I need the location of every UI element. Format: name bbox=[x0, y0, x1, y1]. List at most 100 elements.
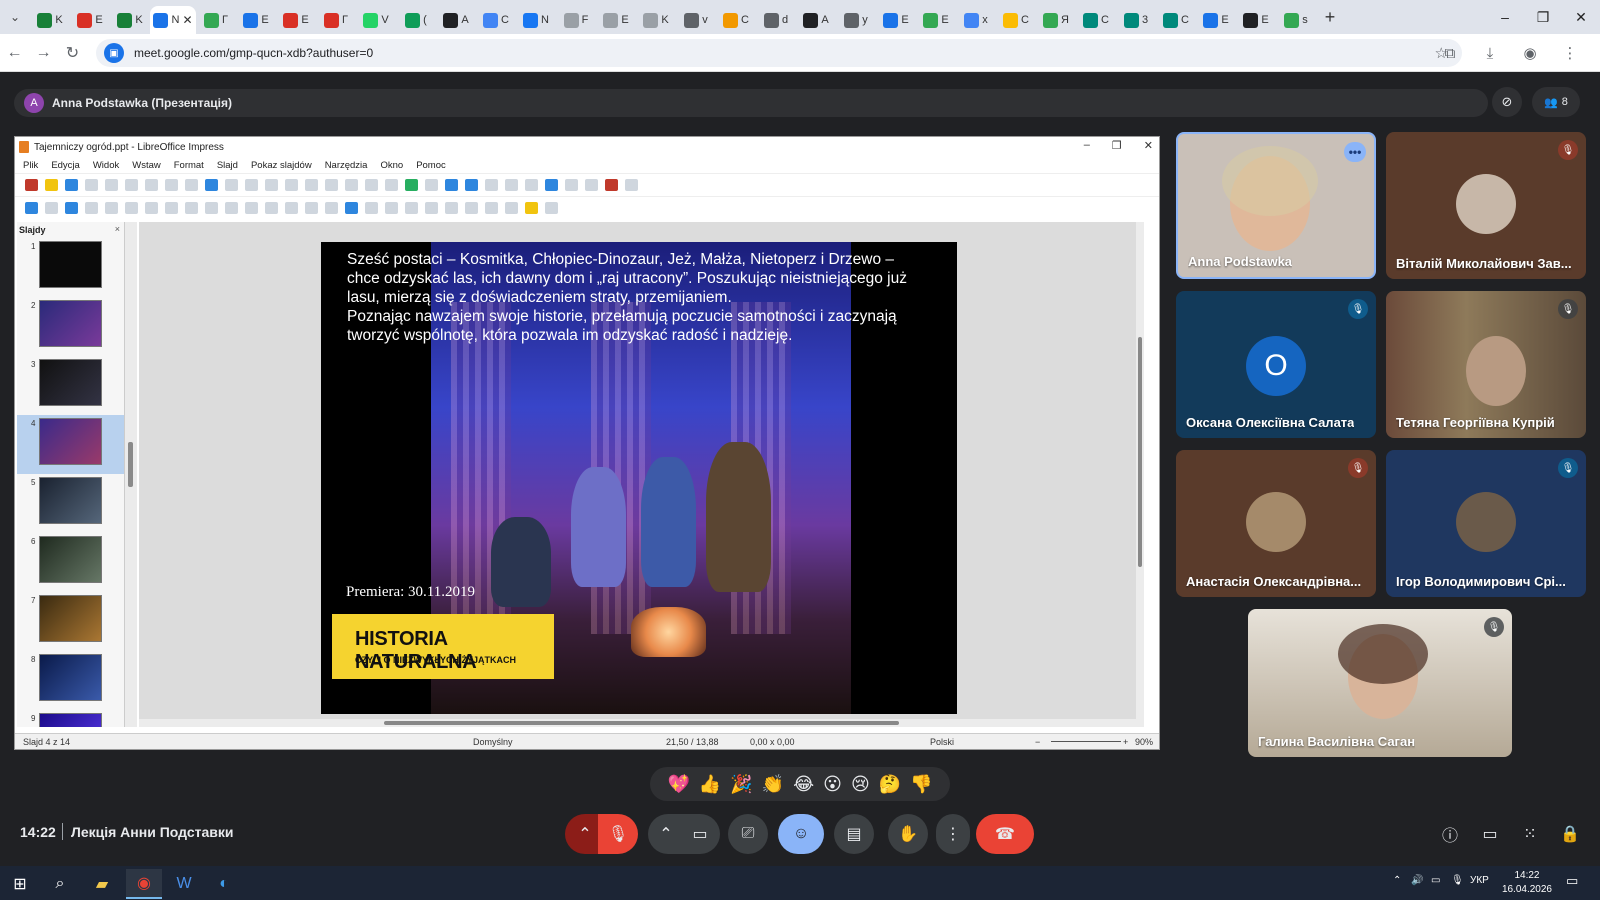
file-explorer-icon[interactable]: ▰ bbox=[84, 869, 120, 899]
extensions-icon[interactable]: ⧉ bbox=[1430, 34, 1470, 72]
browser-tab[interactable]: Г bbox=[316, 6, 356, 34]
rotate-icon[interactable] bbox=[365, 202, 378, 214]
distribute-icon[interactable] bbox=[425, 202, 438, 214]
export-pdf-icon[interactable] bbox=[85, 179, 98, 191]
line-icon[interactable] bbox=[105, 202, 118, 214]
save-icon[interactable] bbox=[65, 179, 78, 191]
menu-item[interactable]: Widok bbox=[93, 160, 119, 171]
slide-thumbnail[interactable]: 2 bbox=[17, 297, 124, 356]
browser-menu-icon[interactable]: ⋮ bbox=[1550, 34, 1590, 72]
notifications-icon[interactable]: ▭ bbox=[1566, 873, 1578, 889]
present-screen-button[interactable]: ⎚ bbox=[728, 814, 768, 854]
reaction-emoji[interactable]: 😂 bbox=[793, 774, 814, 795]
filter-icon[interactable] bbox=[485, 202, 498, 214]
browser-tab[interactable]: s bbox=[1276, 6, 1316, 34]
system-clock[interactable]: 14:22 16.04.2026 bbox=[1502, 869, 1552, 897]
glue-points-icon[interactable] bbox=[525, 202, 538, 214]
browser-tab[interactable]: C bbox=[1076, 6, 1116, 34]
slide-layout-icon[interactable] bbox=[625, 179, 638, 191]
flowchart-icon[interactable] bbox=[285, 202, 298, 214]
browser-tab[interactable]: v bbox=[676, 6, 716, 34]
curve-icon[interactable] bbox=[185, 202, 198, 214]
reaction-emoji[interactable]: 😮 bbox=[823, 774, 842, 795]
horizontal-scroll-thumb[interactable] bbox=[384, 721, 899, 725]
activities-icon[interactable]: ⁙ bbox=[1516, 820, 1544, 848]
browser-tab[interactable]: d bbox=[756, 6, 796, 34]
align-icon[interactable] bbox=[385, 202, 398, 214]
points-icon[interactable] bbox=[505, 202, 518, 214]
reactions-button[interactable]: ☺ bbox=[778, 814, 824, 854]
browser-tab[interactable]: V bbox=[356, 6, 396, 34]
video-options-button[interactable]: ⌃ bbox=[648, 814, 684, 854]
menu-item[interactable]: Format bbox=[174, 160, 204, 171]
menu-item[interactable]: Plik bbox=[23, 160, 38, 171]
ellipse-icon[interactable] bbox=[145, 202, 158, 214]
hyperlink-icon[interactable] bbox=[525, 179, 538, 191]
leave-call-button[interactable]: ☎ bbox=[976, 814, 1034, 854]
reaction-emoji[interactable]: 👏 bbox=[762, 774, 784, 795]
impress-restore-icon[interactable]: ❐ bbox=[1112, 139, 1122, 152]
print-icon[interactable] bbox=[105, 179, 118, 191]
tray-chevron-icon[interactable]: ⌃ bbox=[1393, 875, 1401, 886]
participant-tile[interactable]: 🎙 Ігор Володимирович Срі... bbox=[1386, 450, 1586, 597]
slide-thumbnail[interactable]: 8 bbox=[17, 651, 124, 710]
block-arrows-icon[interactable] bbox=[265, 202, 278, 214]
browser-tab[interactable]: K bbox=[30, 6, 70, 34]
slide-thumbnail[interactable]: 9 bbox=[17, 710, 124, 727]
browser-tab[interactable]: C bbox=[1156, 6, 1196, 34]
chart-icon[interactable] bbox=[445, 179, 458, 191]
shadow-icon[interactable] bbox=[445, 202, 458, 214]
tab-search-chevron-icon[interactable]: ⌄ bbox=[0, 0, 30, 34]
impress-minimize-icon[interactable]: – bbox=[1084, 139, 1090, 152]
canvas-vertical-scrollbar[interactable] bbox=[1136, 222, 1144, 727]
word-taskbar-icon[interactable]: W bbox=[166, 869, 202, 899]
browser-tab[interactable]: x bbox=[956, 6, 996, 34]
browser-tab[interactable]: C bbox=[996, 6, 1036, 34]
redo-icon[interactable] bbox=[225, 179, 238, 191]
slide-thumbnail[interactable]: 6 bbox=[17, 533, 124, 592]
media-icon[interactable] bbox=[425, 179, 438, 191]
clone-format-icon[interactable] bbox=[185, 179, 198, 191]
slides-panel-splitter[interactable] bbox=[125, 222, 137, 727]
menu-item[interactable]: Slajd bbox=[217, 160, 238, 171]
rectangle-icon[interactable] bbox=[125, 202, 138, 214]
new-icon[interactable] bbox=[25, 179, 38, 191]
captions-button[interactable]: ▤ bbox=[834, 814, 874, 854]
toggle-extrusion-icon[interactable] bbox=[545, 202, 558, 214]
browser-tab[interactable]: E bbox=[1236, 6, 1276, 34]
browser-tab[interactable]: E bbox=[70, 6, 110, 34]
browser-tab[interactable]: A bbox=[796, 6, 836, 34]
line-color-icon[interactable] bbox=[65, 202, 78, 214]
raise-hand-button[interactable]: ✋ bbox=[888, 814, 928, 854]
find-icon[interactable] bbox=[245, 179, 258, 191]
menu-item[interactable]: Okno bbox=[380, 160, 403, 171]
text-box-icon[interactable] bbox=[465, 179, 478, 191]
slide-thumbnail[interactable]: 5 bbox=[17, 474, 124, 533]
meeting-info-icon[interactable]: ⓘ bbox=[1436, 820, 1464, 848]
master-slide-icon[interactable] bbox=[325, 179, 338, 191]
address-bar[interactable]: ▣ meet.google.com/gmp-qucn-xdb?authuser=… bbox=[96, 39, 1462, 67]
menu-item[interactable]: Pomoc bbox=[416, 160, 446, 171]
hide-tile-icon[interactable]: ⊘ bbox=[1492, 87, 1522, 117]
profile-icon[interactable]: ◉ bbox=[1510, 34, 1550, 72]
slide-thumbnail[interactable]: 3 bbox=[17, 356, 124, 415]
arrange-icon[interactable] bbox=[405, 202, 418, 214]
canvas-horizontal-scrollbar[interactable] bbox=[139, 719, 1136, 727]
browser-tab[interactable]: K bbox=[110, 6, 150, 34]
reaction-emoji[interactable]: 😢 bbox=[851, 774, 870, 795]
zoom-icon[interactable] bbox=[45, 202, 58, 214]
site-info-icon[interactable]: ▣ bbox=[104, 43, 124, 63]
camera-button[interactable]: ▭ bbox=[680, 814, 720, 854]
basic-shapes-icon[interactable] bbox=[225, 202, 238, 214]
microphone-tray-icon[interactable]: 🎙 bbox=[1451, 875, 1464, 886]
host-controls-icon[interactable]: 🔒 bbox=[1556, 820, 1584, 848]
microphone-button[interactable]: 🎙 bbox=[598, 814, 638, 854]
browser-tab[interactable]: E bbox=[916, 6, 956, 34]
new-slide-icon[interactable] bbox=[565, 179, 578, 191]
slide-body-text[interactable]: Sześć postaci – Kosmitka, Chłopiec-Dinoz… bbox=[347, 250, 927, 345]
browser-tab[interactable]: C bbox=[476, 6, 516, 34]
browser-tab[interactable]: Г bbox=[196, 6, 236, 34]
browser-tab[interactable]: E bbox=[596, 6, 636, 34]
stars-icon[interactable] bbox=[325, 202, 338, 214]
reaction-emoji[interactable]: 🤔 bbox=[879, 774, 901, 795]
